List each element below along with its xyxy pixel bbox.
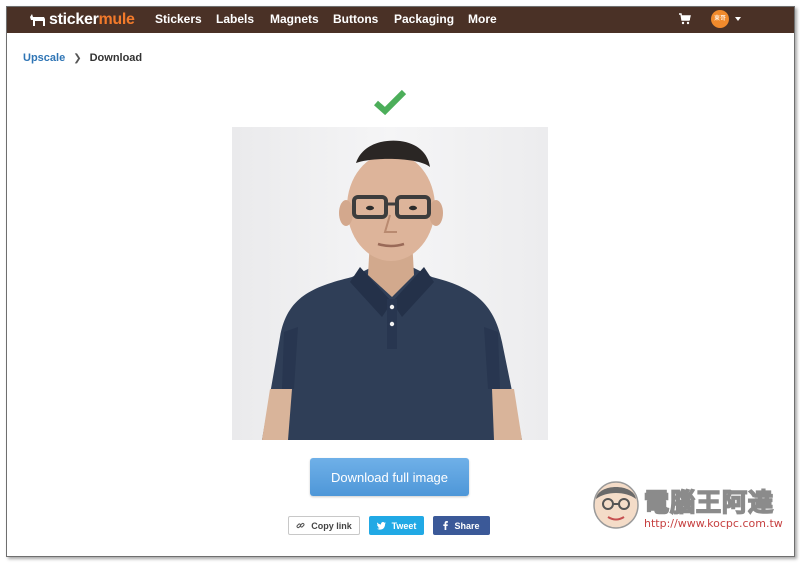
mascot-logo: [593, 481, 639, 529]
nav-item-labels[interactable]: Labels: [216, 12, 254, 26]
link-icon: [296, 522, 305, 529]
breadcrumb-current: Download: [89, 52, 143, 64]
portrait-illustration: [262, 140, 522, 440]
cart-icon[interactable]: [679, 13, 691, 25]
download-full-image-button[interactable]: Download full image: [310, 458, 469, 496]
chevron-right-icon: ❯: [73, 52, 82, 64]
watermark: 電腦王阿達 http://www.kocpc.com.tw: [590, 473, 790, 533]
nav-item-stickers[interactable]: Stickers: [155, 12, 202, 26]
avatar[interactable]: 東哥: [711, 10, 729, 28]
twitter-icon: [376, 521, 386, 530]
brand-name-part1: sticker: [49, 11, 99, 28]
breadcrumb: Upscale ❯ Download: [23, 52, 142, 64]
top-navbar: sticker mule Stickers Labels Magnets Butt…: [7, 7, 794, 33]
checkmark-icon: [374, 89, 406, 115]
nav-item-magnets[interactable]: Magnets: [270, 12, 319, 26]
watermark-title: 電腦王阿達: [643, 487, 775, 518]
tweet-button[interactable]: Tweet: [369, 516, 424, 535]
breadcrumb-upscale-link[interactable]: Upscale: [23, 52, 65, 64]
browser-frame: sticker mule Stickers Labels Magnets Butt…: [6, 6, 795, 557]
upscaled-image: [232, 127, 548, 440]
nav-item-more[interactable]: More: [468, 12, 497, 26]
copy-link-label: Copy link: [311, 520, 352, 531]
brand-logo[interactable]: sticker mule: [29, 10, 135, 30]
tweet-label: Tweet: [391, 520, 417, 531]
watermark-url: http://www.kocpc.com.tw: [644, 517, 783, 530]
share-label: Share: [454, 520, 480, 531]
mule-icon: [30, 14, 45, 26]
facebook-share-button[interactable]: Share: [433, 516, 490, 535]
nav-item-buttons[interactable]: Buttons: [333, 12, 378, 26]
nav-item-packaging[interactable]: Packaging: [394, 12, 454, 26]
chevron-down-icon[interactable]: [735, 17, 741, 21]
brand-name-part2: mule: [98, 11, 135, 28]
facebook-icon: [443, 521, 449, 530]
copy-link-button[interactable]: Copy link: [288, 516, 360, 535]
